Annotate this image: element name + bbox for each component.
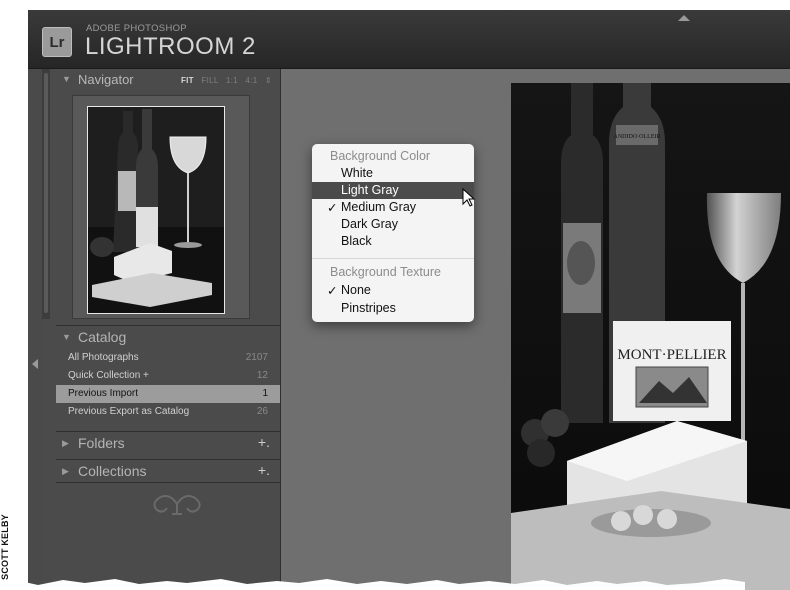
torn-edge [0,579,745,590]
navigator-thumbnail[interactable] [87,106,225,314]
lightroom-window: Lr ADOBE PHOTOSHOP LIGHTROOM 2 ▼ Navigat… [28,10,790,590]
left-panel-edge[interactable] [28,69,42,590]
left-panel: ▼ Navigator FIT FILL 1:1 4:1 ⇕ ▼ Catalog… [42,69,281,590]
zoom-fit[interactable]: FIT [181,76,194,85]
catalog-item-previous-import[interactable]: Previous Import 1 [56,385,280,403]
wine-label-text: MONT·PELLIER [617,347,726,363]
zoom-1-1[interactable]: 1:1 [226,76,238,85]
main-work-area[interactable]: ANDIDO·OLLEIR MONT·PELLIER Background Co… [281,69,790,590]
add-collection-button[interactable]: +. [258,462,270,478]
title-bar: Lr ADOBE PHOTOSHOP LIGHTROOM 2 [28,10,790,69]
disclosure-triangle-icon[interactable]: ▼ [62,74,71,84]
navigator-preview [72,95,250,319]
bottle-neck-label: ANDIDO·OLLEIR [614,134,661,140]
top-panel-toggle-icon[interactable] [678,15,690,21]
catalog-title: Catalog [78,329,127,345]
catalog-list: All Photographs 2107 Quick Collection + … [56,349,280,421]
disclosure-triangle-icon[interactable]: ▼ [62,332,71,342]
menu-item-light-gray[interactable]: Light Gray [312,182,474,199]
menu-item-medium-gray[interactable]: ✓ Medium Gray [312,199,474,216]
catalog-item-quick-collection[interactable]: Quick Collection + 12 [56,367,280,385]
zoom-stepper-icon[interactable]: ⇕ [265,76,272,85]
checkmark-icon: ✓ [327,201,338,215]
menu-separator [312,258,474,259]
catalog-header[interactable]: ▼ Catalog [56,325,280,348]
menu-item-pinstripes[interactable]: Pinstripes [312,300,474,317]
catalog-item-previous-export[interactable]: Previous Export as Catalog 26 [56,403,280,421]
scrollbar-thumb[interactable] [44,73,48,313]
catalog-item-all-photographs[interactable]: All Photographs 2107 [56,349,280,367]
menu-item-black[interactable]: Black [312,233,474,250]
disclosure-triangle-icon[interactable]: ▶ [62,438,69,449]
background-context-menu: Background Color White Light Gray ✓ Medi… [312,144,476,322]
zoom-4-1[interactable]: 4:1 [245,76,257,85]
menu-item-white[interactable]: White [312,165,474,182]
zoom-fill[interactable]: FILL [201,76,218,85]
add-folder-button[interactable]: +. [258,434,270,450]
collapse-left-panel-icon[interactable] [32,359,38,369]
menu-item-none[interactable]: ✓ None [312,282,474,299]
mouse-cursor-icon [462,188,476,207]
collections-header[interactable]: ▶ Collections +. [56,459,280,483]
navigator-title: Navigator [78,72,134,87]
navigator-header[interactable]: ▼ Navigator FIT FILL 1:1 4:1 ⇕ [56,69,280,91]
menu-header-background-texture: Background Texture [330,265,441,279]
panel-scrollbar[interactable] [42,69,50,319]
checkmark-icon: ✓ [327,284,338,298]
menu-header-background-color: Background Color [330,149,431,163]
panel-end-ornament-icon [142,489,212,526]
disclosure-triangle-icon[interactable]: ▶ [62,466,69,477]
menu-item-dark-gray[interactable]: Dark Gray [312,216,474,233]
folders-header[interactable]: ▶ Folders +. [56,431,280,454]
app-name: LIGHTROOM 2 [85,33,256,60]
collections-title: Collections [78,463,147,479]
main-photo[interactable]: ANDIDO·OLLEIR MONT·PELLIER [511,83,790,590]
folders-title: Folders [78,435,125,451]
zoom-options: FIT FILL 1:1 4:1 ⇕ [176,76,272,85]
lightroom-logo: Lr [42,27,72,57]
